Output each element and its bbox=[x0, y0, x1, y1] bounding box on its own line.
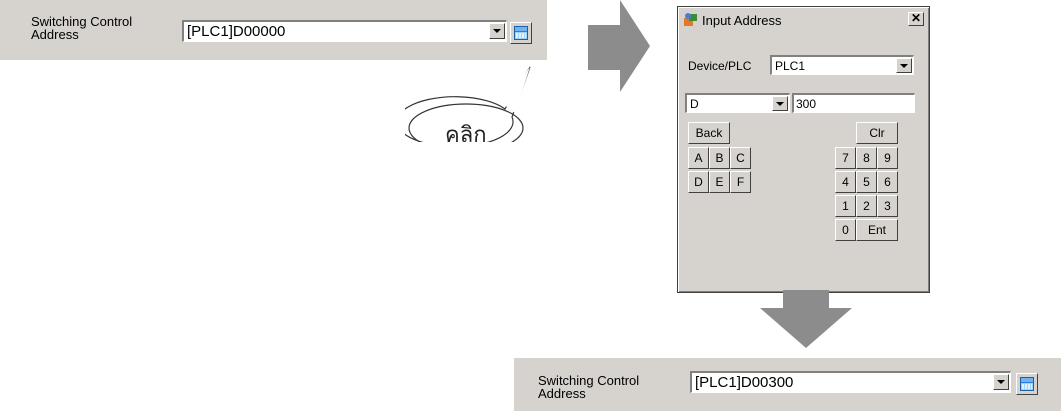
switching-control-address-combo[interactable]: [PLC1]D00300 bbox=[690, 371, 1011, 393]
back-key[interactable]: Back bbox=[688, 122, 730, 144]
dialog-titlebar[interactable]: Input Address ✕ bbox=[681, 10, 926, 30]
input-address-button[interactable] bbox=[510, 22, 532, 44]
key-e[interactable]: E bbox=[709, 171, 730, 193]
down-arrow-icon bbox=[760, 290, 852, 348]
key-0[interactable]: 0 bbox=[835, 219, 856, 241]
switching-control-address-panel: Switching Control Address [PLC1]D00000 bbox=[0, 0, 547, 60]
address-value: [PLC1]D00300 bbox=[695, 374, 794, 391]
key-a[interactable]: A bbox=[688, 147, 709, 169]
right-arrow-icon bbox=[588, 0, 650, 92]
key-1[interactable]: 1 bbox=[835, 195, 856, 217]
device-plc-label: Device/PLC bbox=[688, 59, 752, 73]
device-plc-select[interactable]: PLC1 bbox=[770, 55, 914, 75]
app-icon bbox=[684, 13, 697, 26]
key-3[interactable]: 3 bbox=[877, 195, 898, 217]
chevron-down-icon[interactable] bbox=[489, 23, 505, 39]
input-address-dialog: Input Address ✕ Device/PLC PLC1 D 300 Ba… bbox=[677, 6, 930, 293]
device-type-select[interactable]: D bbox=[685, 93, 790, 113]
key-c[interactable]: C bbox=[730, 147, 751, 169]
input-address-button[interactable] bbox=[1016, 373, 1038, 395]
switching-control-address-combo[interactable]: [PLC1]D00000 bbox=[182, 20, 507, 42]
calculator-icon bbox=[1020, 377, 1034, 391]
enter-key[interactable]: Ent bbox=[856, 219, 898, 241]
address-value: [PLC1]D00000 bbox=[187, 23, 286, 40]
key-4[interactable]: 4 bbox=[835, 171, 856, 193]
address-number-input[interactable]: 300 bbox=[792, 93, 915, 113]
switching-control-address-panel-result: Switching Control Address [PLC1]D00300 bbox=[514, 358, 1061, 411]
close-button[interactable]: ✕ bbox=[908, 12, 924, 26]
switching-control-address-label: Switching Control Address bbox=[31, 14, 133, 42]
dialog-title: Input Address bbox=[702, 13, 782, 28]
chevron-down-icon[interactable] bbox=[896, 58, 912, 73]
device-plc-value: PLC1 bbox=[775, 59, 806, 73]
key-8[interactable]: 8 bbox=[856, 147, 877, 169]
key-2[interactable]: 2 bbox=[856, 195, 877, 217]
click-callout: คลิก bbox=[396, 62, 545, 153]
key-f[interactable]: F bbox=[730, 171, 751, 193]
key-5[interactable]: 5 bbox=[856, 171, 877, 193]
callout-text: คลิก bbox=[445, 123, 487, 148]
chevron-down-icon[interactable] bbox=[993, 374, 1009, 390]
clear-key[interactable]: Clr bbox=[856, 122, 898, 144]
chevron-down-icon[interactable] bbox=[772, 96, 788, 111]
key-9[interactable]: 9 bbox=[877, 147, 898, 169]
key-b[interactable]: B bbox=[709, 147, 730, 169]
address-number-value: 300 bbox=[796, 97, 817, 111]
calculator-icon bbox=[514, 26, 528, 40]
key-6[interactable]: 6 bbox=[877, 171, 898, 193]
key-d[interactable]: D bbox=[688, 171, 709, 193]
switching-control-address-label: Switching Control Address bbox=[538, 373, 640, 401]
key-7[interactable]: 7 bbox=[835, 147, 856, 169]
device-type-value: D bbox=[690, 97, 699, 111]
